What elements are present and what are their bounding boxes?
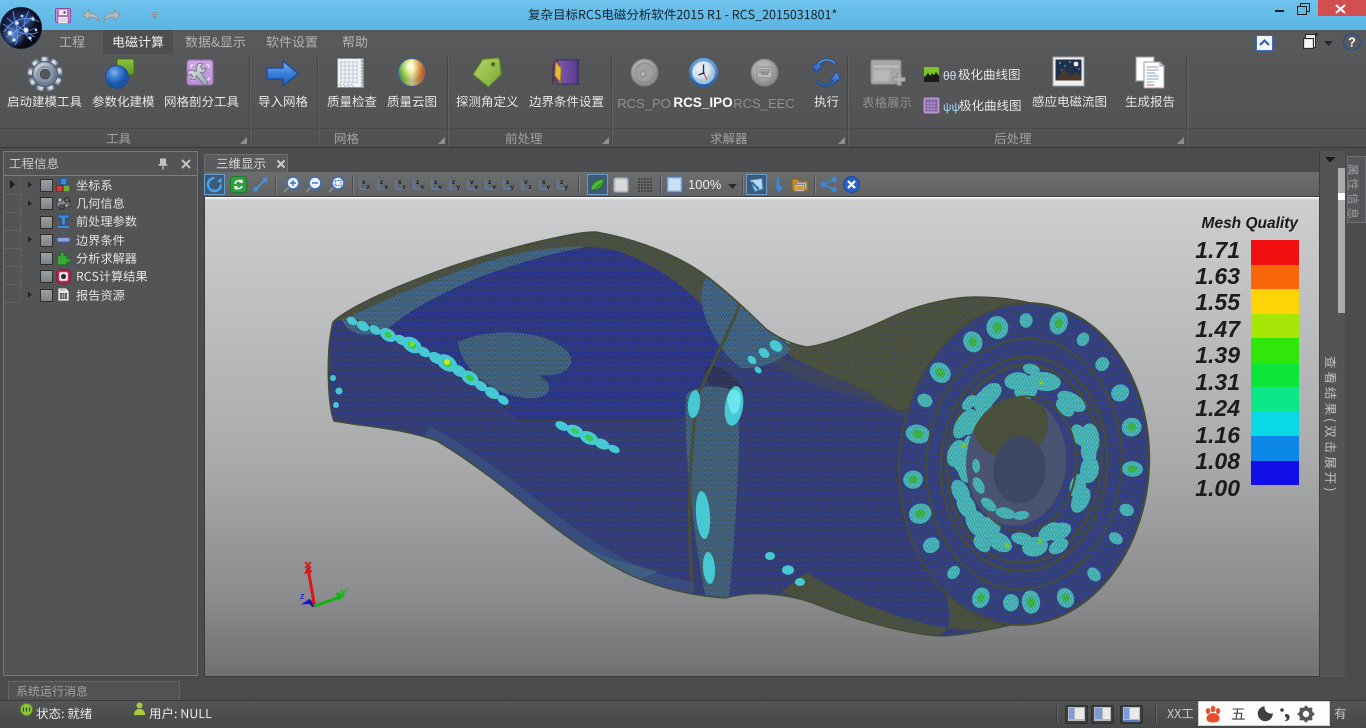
svg-text:x: x [421, 184, 425, 191]
svg-text:v: v [524, 179, 528, 186]
svg-text:x: x [385, 184, 389, 191]
svg-text:z: z [367, 184, 371, 191]
svg-text:v: v [470, 179, 474, 186]
svg-text:x: x [398, 179, 402, 186]
svg-text:z: z [452, 179, 456, 186]
svg-text:z: z [529, 184, 533, 191]
svg-text:x: x [542, 179, 546, 186]
svg-text:z: z [488, 179, 492, 186]
svg-text:x: x [362, 179, 366, 186]
svg-text:z: z [560, 179, 564, 186]
svg-text:v: v [439, 184, 443, 191]
svg-text:v: v [547, 184, 551, 191]
svg-text:z: z [416, 179, 420, 186]
svg-text:z: z [403, 184, 407, 191]
svg-text:y: y [565, 184, 569, 191]
svg-text:y: y [511, 184, 515, 191]
svg-text:y: y [457, 184, 461, 191]
svg-text:z: z [300, 591, 305, 601]
svg-text:z: z [434, 179, 438, 186]
svg-text:z: z [380, 179, 384, 186]
svg-text:x: x [475, 184, 479, 191]
svg-text:v: v [493, 184, 497, 191]
svg-text:z: z [506, 179, 510, 186]
svg-text:?: ? [1348, 36, 1356, 50]
